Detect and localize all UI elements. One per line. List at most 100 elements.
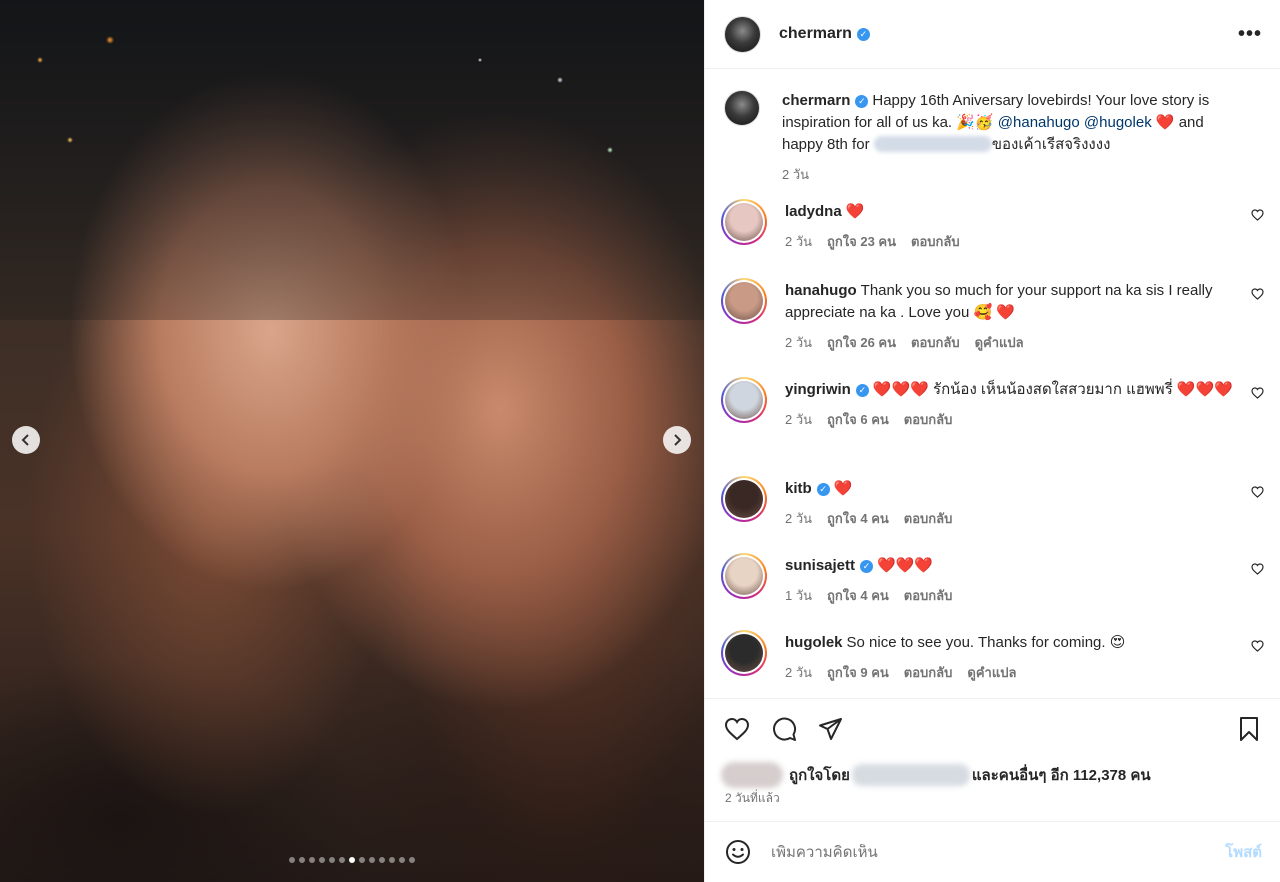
comment-like-count[interactable]: ถูกใจ 4 คน — [827, 585, 889, 606]
comment-body: hanahugo Thank you so much for your suppo… — [785, 280, 1247, 353]
comment-message: ❤️ — [833, 480, 853, 497]
posted-time: 2 วันที่แล้ว — [725, 791, 780, 805]
like-button[interactable] — [723, 716, 750, 743]
commenter-username[interactable]: hanahugo — [785, 282, 857, 299]
slide-dot — [399, 857, 405, 863]
save-button[interactable] — [1235, 716, 1262, 743]
comment-like-button[interactable] — [1251, 386, 1264, 402]
comment-message: ❤️❤️❤️ — [877, 557, 934, 574]
more-options-button[interactable]: ••• — [1238, 23, 1262, 46]
commenter-avatar[interactable] — [721, 553, 767, 599]
reply-button[interactable]: ตอบกลับ — [911, 332, 960, 353]
reply-button[interactable]: ตอบกลับ — [911, 231, 960, 252]
next-slide-button[interactable] — [663, 426, 691, 454]
comment-input[interactable] — [771, 843, 1191, 861]
comments-list[interactable]: chermarn ✓ Happy 16th Aniversary lovebirds… — [705, 70, 1280, 698]
commenter-username[interactable]: ladydna — [785, 203, 842, 220]
comment-time: 1 วัน — [785, 588, 813, 603]
commenter-username-text[interactable]: hanahugo — [785, 282, 857, 299]
avatar-inner — [723, 201, 765, 243]
caption-time: 2 วัน — [782, 167, 810, 182]
comment-bubble-icon — [772, 717, 796, 741]
commenter-username-text[interactable]: hugolek — [785, 634, 843, 651]
reply-button[interactable]: ตอบกลับ — [904, 662, 953, 683]
comment-row: hanahugo Thank you so much for your suppo… — [705, 278, 1280, 353]
commenter-avatar[interactable] — [721, 377, 767, 423]
comment-like-count[interactable]: ถูกใจ 23 คน — [827, 231, 896, 252]
comment-like-button[interactable] — [1251, 639, 1264, 655]
commenter-username[interactable]: sunisajett ✓ — [785, 557, 874, 574]
comment-body: kitb ✓ ❤️ 2 วัน ถูกใจ 4 คน ตอบกลับ — [785, 478, 1247, 529]
verified-badge-icon: ✓ — [816, 482, 830, 496]
comment-like-button[interactable] — [1251, 485, 1264, 501]
photo-background-city — [0, 0, 704, 320]
commenter-username-text[interactable]: yingriwin — [785, 381, 851, 398]
caption-meta: 2 วัน — [782, 164, 1244, 185]
comment-row: hugolek So nice to see you. Thanks for co… — [705, 630, 1280, 683]
commenter-avatar[interactable] — [721, 476, 767, 522]
avatar-image — [725, 480, 763, 518]
liked-by-count[interactable]: และคนอื่นๆ อีก 112,378 คน — [972, 763, 1151, 787]
commenter-username-text[interactable]: kitb — [785, 480, 812, 497]
author-avatar[interactable] — [724, 15, 761, 53]
reply-button[interactable]: ตอบกลับ — [904, 409, 953, 430]
commenter-avatar[interactable] — [721, 278, 767, 324]
comment-text: ladydna ❤️ — [785, 201, 1247, 223]
post-comment-button[interactable]: โพสต์ — [1225, 840, 1262, 864]
post-caption: chermarn ✓ Happy 16th Aniversary lovebirds… — [705, 70, 1280, 185]
slide-dot — [389, 857, 395, 863]
commenter-username-text[interactable]: ladydna — [785, 203, 842, 220]
reply-button[interactable]: ตอบกลับ — [904, 508, 953, 529]
verified-badge-icon: ✓ — [855, 94, 869, 108]
commenter-avatar[interactable] — [721, 199, 767, 245]
verified-badge-icon: ✓ — [856, 28, 870, 41]
avatar-inner — [723, 632, 765, 674]
post-sidebar: chermarn ✓ ••• chermarn ✓ Happy 16th Aniver… — [704, 0, 1280, 882]
slide-dot — [319, 857, 325, 863]
avatar-image — [725, 203, 763, 241]
translate-button[interactable]: ดูคำแปล — [967, 662, 1016, 683]
translate-button[interactable]: ดูคำแปล — [975, 332, 1024, 353]
commenter-username[interactable]: kitb ✓ — [785, 480, 830, 497]
comment-button[interactable] — [770, 716, 797, 743]
author-username[interactable]: chermarn ✓ — [779, 25, 870, 43]
comment-like-count[interactable]: ถูกใจ 6 คน — [827, 409, 889, 430]
caption-text-part-3: ของเค้าเรีสจริงงงง — [991, 136, 1111, 153]
slide-dot — [409, 857, 415, 863]
liked-by[interactable]: ถูกใจโดย และคนอื่นๆ อีก 112,378 คน — [721, 762, 1151, 788]
comment-like-count[interactable]: ถูกใจ 26 คน — [827, 332, 896, 353]
avatar-inner — [723, 555, 765, 597]
caption-avatar[interactable] — [724, 90, 760, 126]
commenter-username[interactable]: hugolek — [785, 634, 843, 651]
comment-body: ladydna ❤️ 2 วัน ถูกใจ 23 คน ตอบกลับ — [785, 201, 1247, 252]
comment-text: hanahugo Thank you so much for your suppo… — [785, 280, 1247, 324]
comment-like-button[interactable] — [1251, 562, 1264, 578]
liked-by-prefix: ถูกใจโดย — [789, 767, 850, 784]
caption-username[interactable]: chermarn ✓ — [782, 92, 869, 109]
avatar-image — [725, 282, 763, 320]
comment-row: yingriwin ✓ ❤️❤️❤️ รักน้อง เห็นน้องสดใสสวย… — [705, 377, 1280, 430]
reply-button[interactable]: ตอบกลับ — [904, 585, 953, 606]
mention-hugolek[interactable]: @hugolek — [1084, 114, 1152, 131]
commenter-username-text[interactable]: sunisajett — [785, 557, 855, 574]
comment-like-count[interactable]: ถูกใจ 4 คน — [827, 508, 889, 529]
slide-dot — [289, 857, 295, 863]
avatar-image — [725, 634, 763, 672]
mention-hanahugo[interactable]: @hanahugo — [998, 114, 1080, 131]
author-username-text[interactable]: chermarn — [779, 25, 852, 42]
heart-icon — [1251, 387, 1264, 399]
comment-like-button[interactable] — [1251, 208, 1264, 224]
comment-like-button[interactable] — [1251, 287, 1264, 303]
commenter-username[interactable]: yingriwin ✓ — [785, 381, 869, 398]
action-icons-row — [723, 716, 1262, 742]
smiley-icon[interactable] — [725, 839, 751, 865]
share-button[interactable] — [817, 716, 844, 743]
previous-slide-button[interactable] — [12, 426, 40, 454]
caption-body: chermarn ✓ Happy 16th Aniversary lovebirds… — [782, 90, 1244, 185]
commenter-avatar[interactable] — [721, 630, 767, 676]
caption-username-text[interactable]: chermarn — [782, 92, 850, 109]
heart-icon — [724, 717, 749, 741]
comment-like-count[interactable]: ถูกใจ 9 คน — [827, 662, 889, 683]
comment-meta: 2 วัน ถูกใจ 4 คน ตอบกลับ — [785, 508, 1247, 529]
post-photo[interactable] — [0, 0, 704, 882]
